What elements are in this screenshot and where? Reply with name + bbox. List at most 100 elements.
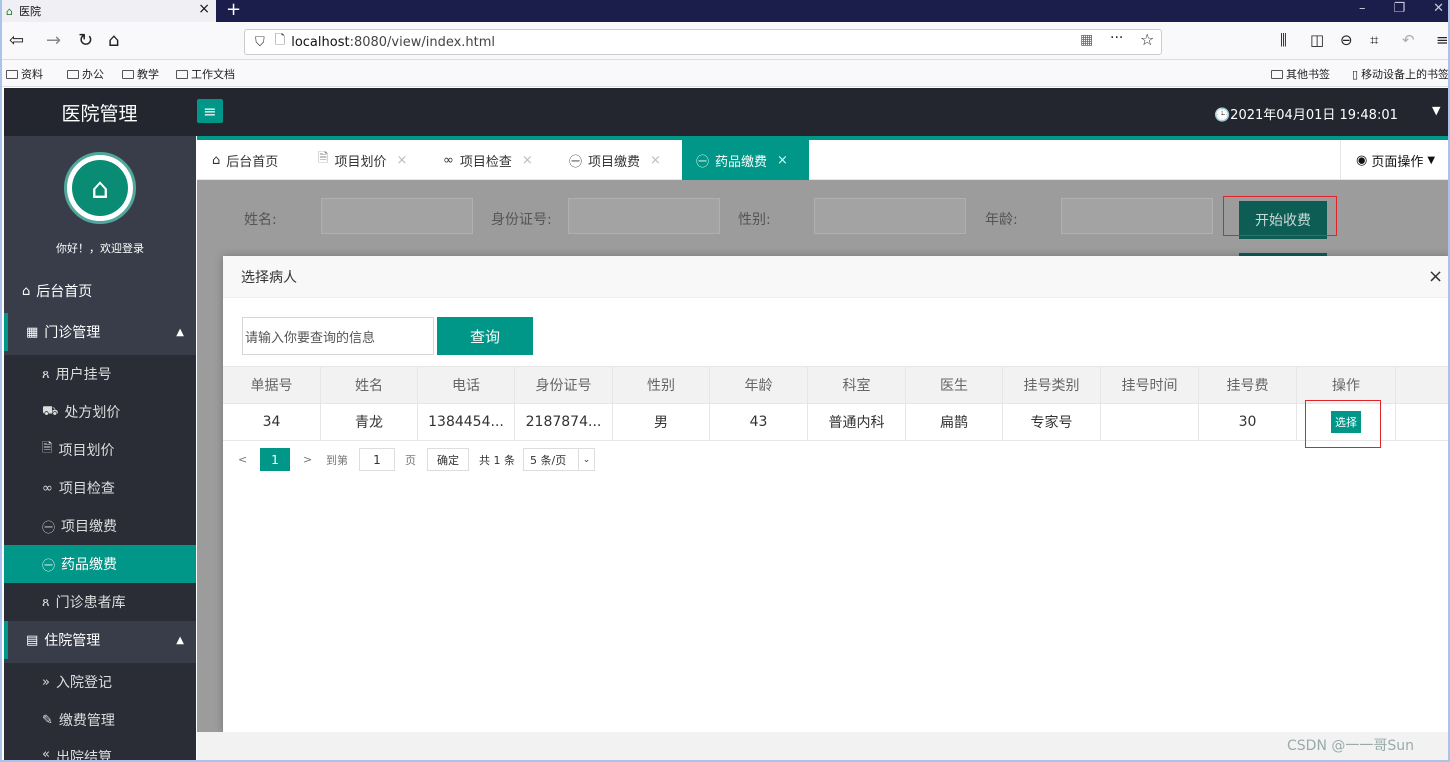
sidebar-item-home[interactable]: ⌂ 后台首页 <box>4 272 196 310</box>
page-unit-label: 页 <box>405 453 416 467</box>
brand-title: 医院管理 <box>4 88 195 136</box>
sidebar-item-item-payment[interactable]: ㊀项目缴费 <box>4 507 196 545</box>
page-number-input[interactable]: 1 <box>359 448 395 471</box>
close-tab-icon[interactable]: × <box>198 1 210 17</box>
sidebar-toggle-icon[interactable]: ◫ <box>1310 31 1324 49</box>
close-window-icon[interactable]: ✕ <box>1433 1 1444 16</box>
table-cell: 男 <box>613 404 710 440</box>
prev-page-icon[interactable]: < <box>238 447 247 472</box>
library-icon[interactable]: ⫼ <box>1280 31 1287 49</box>
sidebar-item-payment-management[interactable]: ✎ 缴费管理 <box>4 701 196 739</box>
forward-icon[interactable]: → <box>46 30 61 51</box>
sidebar-item-item-pricing[interactable]: 🗎 项目划价 <box>4 431 196 469</box>
watermark: CSDN @一一哥Sun <box>1287 738 1414 754</box>
tab-item-check[interactable]: ∞ 项目检查 × <box>443 140 533 180</box>
sidebar-group-outpatient[interactable]: ▦ 门诊管理 ▲ <box>4 313 196 351</box>
home-icon[interactable]: ⌂ <box>108 30 119 51</box>
folder-icon <box>176 69 188 79</box>
col-header: 电话 <box>418 367 515 403</box>
folder-icon <box>67 69 79 79</box>
table-cell <box>1101 404 1199 440</box>
sidebar-item-label: 出院结算 <box>55 750 112 762</box>
page-ops-label: 页面操作 <box>1371 154 1424 170</box>
undo-icon[interactable]: ↶ <box>1402 31 1415 49</box>
page-size-select[interactable]: 5 条/页 ⌄ <box>523 448 595 471</box>
col-header: 身份证号 <box>515 367 613 403</box>
confirm-page-button[interactable]: 确定 <box>427 448 469 471</box>
sidebar-item-prescription[interactable]: ⛟ 处方划价 <box>4 393 196 431</box>
menu-toggle-button[interactable]: ≡ <box>197 99 223 123</box>
back-icon[interactable]: ⇦ <box>9 30 24 51</box>
new-tab-button[interactable]: + <box>226 0 241 20</box>
mobile-bookmarks[interactable]: ▯ 移动设备上的书签 <box>1352 66 1450 82</box>
caret-up-icon: ▲ <box>176 634 184 646</box>
bookmark-label: 教学 <box>137 68 159 81</box>
sidebar-group-inpatient[interactable]: ▤ 住院管理 ▲ <box>4 621 196 659</box>
edit-icon: ✎ <box>42 712 53 728</box>
current-page-button[interactable]: 1 <box>260 448 290 471</box>
sidebar-item-item-check[interactable]: ∞ 项目检查 <box>4 469 196 507</box>
gender-field[interactable] <box>814 198 966 234</box>
highlight-box <box>1305 400 1381 448</box>
bookmark-folder[interactable]: 教学 <box>122 66 159 82</box>
close-icon[interactable]: × <box>1428 266 1443 287</box>
sidebar-item-label: 门诊患者库 <box>55 595 126 611</box>
home-icon: ⌂ <box>212 152 221 168</box>
col-header: 姓名 <box>321 367 418 403</box>
minimize-icon[interactable]: – <box>1359 1 1366 16</box>
caret-down-icon[interactable]: ▼ <box>1432 104 1440 117</box>
sidebar-item-discharge[interactable]: « 出院结算 <box>4 739 196 762</box>
sidebar-group-label: 住院管理 <box>44 633 101 649</box>
browser-tab[interactable]: ⌂ 医院 × <box>0 0 216 22</box>
bookmark-folder[interactable]: 资料 <box>6 66 43 82</box>
close-icon[interactable]: × <box>522 153 533 168</box>
close-icon[interactable]: × <box>650 153 661 168</box>
sidebar-item-label: 项目检查 <box>58 481 115 497</box>
folder-icon <box>1271 69 1283 79</box>
bookmark-folder[interactable]: 工作文档 <box>176 66 235 82</box>
close-icon[interactable]: × <box>396 153 407 168</box>
book-icon: ▤ <box>26 632 39 648</box>
url-bar[interactable]: ⛉ 🗋 localhost:8080/view/index.html <box>244 29 1162 55</box>
tab-item-payment[interactable]: ㊀项目缴费 × <box>569 140 661 180</box>
id-field[interactable] <box>568 198 720 234</box>
footer-bar <box>197 732 1450 762</box>
reload-icon[interactable]: ↻ <box>78 30 93 51</box>
sidebar-item-register[interactable]: ጸ 用户挂号 <box>4 355 196 393</box>
other-bookmarks[interactable]: 其他书签 <box>1271 66 1330 82</box>
caret-up-icon: ▲ <box>176 326 184 338</box>
search-input[interactable]: 请输入你要查询的信息 <box>242 317 434 355</box>
restore-icon[interactable]: ❐ <box>1393 1 1405 16</box>
col-header: 挂号类别 <box>1003 367 1101 403</box>
user-icon: ጸ <box>42 594 50 610</box>
query-button[interactable]: 查询 <box>437 317 533 355</box>
page-operations-menu[interactable]: ◉ 页面操作 ▼ <box>1340 140 1450 180</box>
sidebar-item-label: 处方划价 <box>64 405 121 421</box>
next-page-icon[interactable]: > <box>303 447 312 472</box>
extension-icon[interactable]: ⌗ <box>1370 31 1378 49</box>
users-icon: ጸ <box>42 366 50 382</box>
age-field[interactable] <box>1061 198 1213 234</box>
account-icon[interactable]: ⊖ <box>1340 31 1353 49</box>
table-cell: 43 <box>710 404 808 440</box>
tab-item-pricing[interactable]: 🗎 项目划价 × <box>318 140 407 180</box>
modal-title: 选择病人 <box>223 256 1450 298</box>
tab-home[interactable]: ⌂ 后台首页 <box>212 140 278 180</box>
bookmark-folder[interactable]: 办公 <box>67 66 104 82</box>
tab-drug-payment[interactable]: ㊀药品缴费 × <box>682 140 809 180</box>
table-cell: 34 <box>223 404 321 440</box>
page-size-value: 5 条/页 <box>530 453 567 467</box>
more-icon[interactable]: ··· <box>1110 30 1123 46</box>
double-chevron-icon: » <box>42 674 50 690</box>
sidebar-item-patient-library[interactable]: ጸ 门诊患者库 <box>4 583 196 621</box>
star-icon[interactable]: ☆ <box>1140 30 1154 49</box>
sidebar-item-admission[interactable]: » 入院登记 <box>4 663 196 701</box>
bookmark-label: 资料 <box>21 68 43 81</box>
menu-icon[interactable]: ≡ <box>1436 31 1449 49</box>
close-icon[interactable]: × <box>777 153 788 168</box>
name-field[interactable] <box>321 198 473 234</box>
grid-icon: ▦ <box>26 324 39 340</box>
name-label: 姓名: <box>244 212 277 228</box>
sidebar-item-drug-payment[interactable]: ㊀药品缴费 <box>4 545 196 583</box>
qr-icon[interactable]: ▦ <box>1080 32 1093 48</box>
